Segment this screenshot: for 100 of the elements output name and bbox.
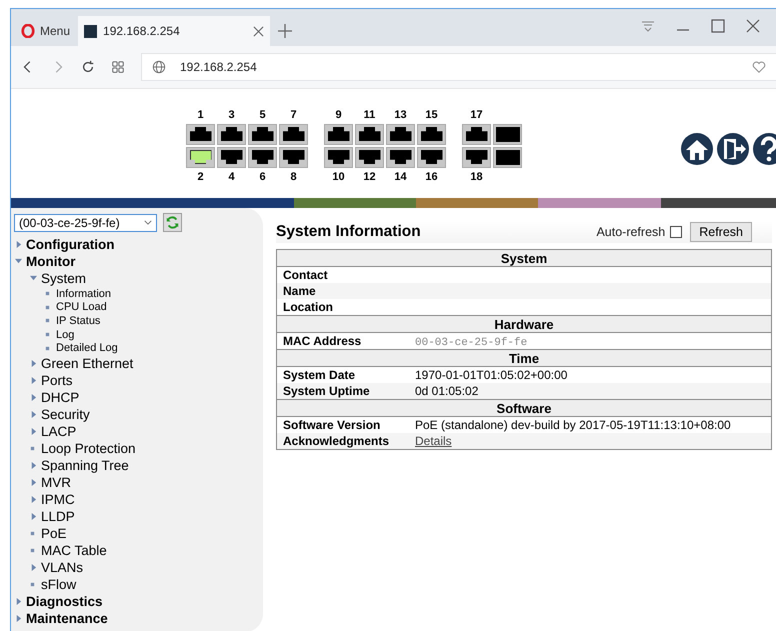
port-number: 18 bbox=[470, 170, 483, 184]
collapsed-arrow-icon[interactable] bbox=[30, 376, 37, 384]
menu-link[interactable]: Information bbox=[56, 288, 112, 300]
field-label: Acknowledgments bbox=[276, 433, 409, 450]
menu-group[interactable]: IPMC bbox=[41, 492, 75, 507]
menu-group[interactable]: Ports bbox=[41, 372, 73, 388]
ethernet-port[interactable] bbox=[462, 146, 491, 168]
grid-icon[interactable] bbox=[111, 60, 125, 74]
menu-button[interactable]: Menu bbox=[17, 16, 78, 46]
menu-group[interactable]: DHCP bbox=[41, 390, 80, 405]
field-label: MAC Address bbox=[276, 332, 409, 350]
port-number: 4 bbox=[228, 170, 235, 184]
collapsed-arrow-icon[interactable] bbox=[30, 496, 37, 503]
reload-icon[interactable] bbox=[81, 60, 95, 74]
address-field[interactable]: 192.168.2.254 bbox=[141, 53, 776, 81]
collapsed-arrow-icon[interactable] bbox=[30, 428, 37, 435]
page-title: System Information bbox=[276, 222, 421, 240]
menu-group[interactable]: MVR bbox=[41, 474, 71, 490]
field-label: Contact bbox=[276, 266, 409, 283]
favicon-icon bbox=[84, 24, 98, 38]
collapsed-arrow-icon[interactable] bbox=[30, 512, 37, 520]
menu-group[interactable]: Spanning Tree bbox=[41, 458, 129, 473]
ethernet-port[interactable] bbox=[248, 146, 277, 168]
port-number: 16 bbox=[425, 170, 438, 184]
field-label: Software Version bbox=[276, 416, 409, 433]
ethernet-port[interactable] bbox=[417, 146, 446, 168]
ethernet-port[interactable] bbox=[386, 124, 415, 144]
menu-link[interactable]: CPU Load bbox=[56, 301, 107, 314]
new-tab-icon[interactable] bbox=[278, 24, 292, 38]
details-link[interactable]: Details bbox=[415, 434, 452, 448]
ethernet-port[interactable] bbox=[355, 124, 384, 144]
menu-group[interactable]: Green Ethernet bbox=[41, 356, 134, 371]
menu-group[interactable]: LACP bbox=[41, 424, 76, 439]
logout-icon[interactable] bbox=[716, 132, 750, 166]
refresh-button[interactable]: Refresh bbox=[690, 222, 752, 242]
menu-group[interactable]: Security bbox=[41, 406, 90, 422]
maximize-icon[interactable] bbox=[710, 18, 726, 34]
browser-tab[interactable]: 192.168.2.254 bbox=[78, 16, 270, 46]
field-value: PoE (standalone) dev-build by 2017-05-19T11:13:10+08:00 bbox=[415, 418, 731, 432]
home-icon[interactable] bbox=[680, 132, 714, 166]
collapsed-arrow-icon[interactable] bbox=[30, 462, 37, 469]
browser-logo-icon bbox=[21, 24, 35, 38]
menu-link[interactable]: Detailed Log bbox=[56, 342, 118, 354]
close-tab-icon[interactable] bbox=[253, 26, 264, 36]
ethernet-port[interactable] bbox=[186, 146, 215, 168]
menu-group[interactable]: System bbox=[41, 271, 86, 286]
bullet-icon bbox=[30, 446, 35, 451]
section-heading: Hardware bbox=[276, 316, 772, 332]
ethernet-port[interactable] bbox=[386, 146, 415, 168]
ethernet-port[interactable] bbox=[279, 124, 308, 144]
device-select[interactable]: (00-03-ce-25-9f-fe) bbox=[14, 214, 157, 232]
ethernet-port[interactable] bbox=[324, 124, 353, 144]
port-number: 5 bbox=[259, 108, 266, 122]
collapsed-arrow-icon[interactable] bbox=[30, 478, 37, 486]
ethernet-port[interactable] bbox=[217, 124, 246, 144]
collapsed-arrow-icon[interactable] bbox=[30, 410, 37, 418]
menu-group[interactable]: Configuration bbox=[26, 237, 114, 252]
collapsed-arrow-icon[interactable] bbox=[30, 564, 37, 571]
collapsed-arrow-icon[interactable] bbox=[15, 598, 22, 605]
collapsed-arrow-icon[interactable] bbox=[15, 241, 22, 248]
expanded-arrow-icon[interactable] bbox=[30, 275, 37, 282]
refresh-icon[interactable] bbox=[163, 213, 182, 232]
menu-group[interactable]: Diagnostics bbox=[26, 594, 103, 609]
bullet-icon bbox=[45, 291, 50, 296]
ethernet-port[interactable] bbox=[324, 146, 353, 168]
ethernet-port[interactable] bbox=[217, 146, 246, 168]
menu-group[interactable]: Maintenance bbox=[26, 610, 108, 626]
help-icon[interactable] bbox=[752, 132, 776, 166]
port-number: 2 bbox=[197, 170, 204, 184]
menu-link[interactable]: Loop Protection bbox=[41, 440, 136, 456]
sfp-slot bbox=[493, 124, 522, 144]
ethernet-port[interactable] bbox=[186, 124, 215, 144]
expanded-arrow-icon[interactable] bbox=[15, 258, 22, 265]
collapsed-arrow-icon[interactable] bbox=[30, 394, 37, 401]
menu-link[interactable]: PoE bbox=[41, 526, 67, 541]
auto-refresh-checkbox[interactable] bbox=[670, 226, 682, 238]
collapsed-arrow-icon[interactable] bbox=[30, 360, 37, 367]
ethernet-port[interactable] bbox=[462, 124, 491, 144]
section-heading: System bbox=[276, 250, 772, 266]
menu-group[interactable]: LLDP bbox=[41, 508, 75, 524]
menu-group[interactable]: VLANs bbox=[41, 560, 84, 575]
port-number: 6 bbox=[259, 170, 266, 184]
ethernet-port[interactable] bbox=[279, 146, 308, 168]
ethernet-port[interactable] bbox=[355, 146, 384, 168]
menu-link[interactable]: sFlow bbox=[41, 576, 76, 592]
menu-group[interactable]: Monitor bbox=[26, 254, 76, 269]
collapsed-arrow-icon[interactable] bbox=[15, 614, 22, 622]
menu-link[interactable]: Log bbox=[56, 328, 74, 341]
port-number: 10 bbox=[332, 170, 345, 184]
menu-link[interactable]: IP Status bbox=[56, 314, 100, 327]
section-heading: Time bbox=[276, 350, 772, 366]
menu-link[interactable]: MAC Table bbox=[41, 542, 107, 558]
bullet-icon bbox=[45, 318, 50, 324]
auto-refresh-label: Auto-refresh bbox=[596, 224, 666, 238]
heart-icon[interactable] bbox=[752, 60, 766, 74]
sfp-slot bbox=[493, 146, 522, 168]
ethernet-port[interactable] bbox=[248, 124, 277, 144]
ethernet-port[interactable] bbox=[417, 124, 446, 144]
close-icon[interactable] bbox=[745, 18, 761, 34]
field-label: Location bbox=[276, 299, 409, 316]
